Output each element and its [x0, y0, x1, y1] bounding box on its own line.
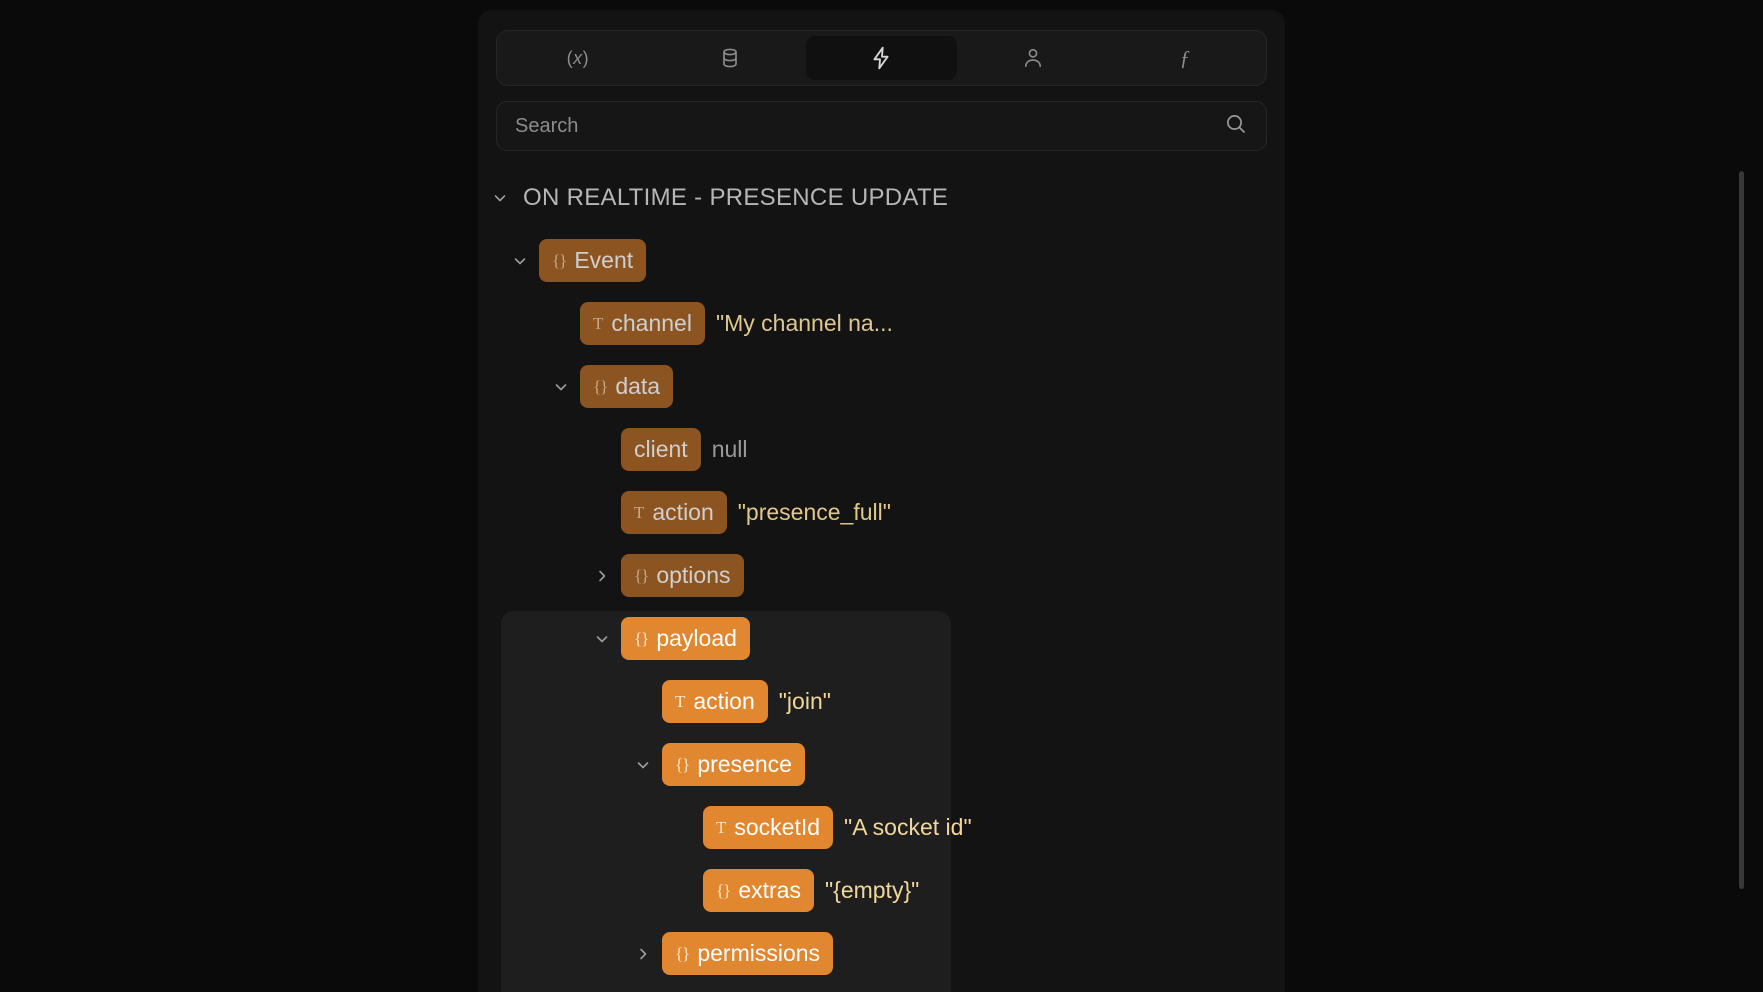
search-field[interactable]	[496, 101, 1267, 151]
tree-row-options[interactable]: {} options	[478, 544, 1285, 607]
object-type-icon: {}	[634, 565, 649, 585]
tree-node-label: client	[634, 436, 688, 462]
chevron-right-icon[interactable]	[634, 945, 652, 963]
tree-node-label: permissions	[697, 940, 821, 966]
object-type-icon: {}	[675, 754, 690, 774]
tree-node-chip[interactable]: {} options	[621, 554, 744, 597]
tab-functions[interactable]: ƒ	[1109, 36, 1261, 80]
search-icon	[1224, 112, 1248, 141]
chevron-down-icon[interactable]	[593, 630, 611, 648]
chevron-down-icon[interactable]	[491, 189, 509, 207]
database-icon	[718, 46, 742, 70]
tree-row-action-2[interactable]: Taction "join"	[478, 670, 1285, 733]
tree-node-label: payload	[656, 625, 737, 651]
string-type-icon: T	[593, 313, 604, 333]
tree-node-chip[interactable]: Taction	[662, 680, 768, 723]
chevron-down-icon[interactable]	[511, 252, 529, 270]
object-type-icon: {}	[716, 880, 731, 900]
tree-node-value: "{empty}"	[824, 877, 920, 903]
parentheses-x-icon: (x)	[566, 47, 590, 68]
tree-node-label: data	[615, 373, 661, 399]
function-icon: ƒ	[1179, 45, 1191, 70]
tree-row-action-1[interactable]: Taction "presence_full"	[478, 481, 1285, 544]
tree-node-chip[interactable]: {} presence	[662, 743, 805, 786]
tree-node-value: "join"	[778, 688, 831, 714]
string-type-icon: T	[675, 691, 686, 711]
tree-node-chip[interactable]: {} payload	[621, 617, 750, 660]
tree-row-payload[interactable]: {} payload	[478, 607, 1285, 670]
tree-node-chip[interactable]: {} data	[580, 365, 674, 408]
json-tree: ON REALTIME - PRESENCE UPDATE {} Event Tcha…	[478, 162, 1285, 992]
tab-database[interactable]	[654, 36, 806, 80]
tree-node-label: Event	[574, 247, 634, 273]
object-type-icon: {}	[552, 250, 567, 270]
tab-events[interactable]	[805, 36, 958, 80]
tree-node-chip[interactable]: {} permissions	[662, 932, 834, 975]
vertical-scrollbar[interactable]	[1739, 171, 1744, 889]
string-type-icon: T	[716, 817, 727, 837]
object-type-icon: {}	[593, 376, 608, 396]
chevron-down-icon[interactable]	[552, 378, 570, 396]
tree-node-chip[interactable]: client	[621, 428, 701, 471]
tree-node-chip[interactable]: Tchannel	[580, 302, 705, 345]
tree-row-channel[interactable]: Tchannel "My channel na...	[478, 292, 1285, 355]
tree-node-value: null	[711, 436, 748, 462]
tree-node-label: channel	[611, 310, 692, 336]
tab-bar: (x) ƒ	[496, 30, 1267, 86]
tree-row-permissions[interactable]: {} permissions	[478, 922, 1285, 985]
tree-node-chip[interactable]: Taction	[621, 491, 727, 534]
tab-variables[interactable]: (x)	[502, 36, 654, 80]
tree-row-client[interactable]: client null	[478, 418, 1285, 481]
tree-root-row[interactable]: ON REALTIME - PRESENCE UPDATE	[478, 166, 1285, 229]
tree-node-value: "presence_full"	[737, 499, 891, 525]
tree-row-socketid[interactable]: TsocketId "A socket id"	[478, 796, 1285, 859]
chevron-right-icon[interactable]	[593, 567, 611, 585]
tree-node-chip[interactable]: TsocketId	[703, 806, 834, 849]
tree-node-label: action	[693, 688, 755, 714]
tree-node-chip[interactable]: {} Event	[539, 239, 647, 282]
tree-node-label: presence	[697, 751, 792, 777]
tree-node-label: options	[656, 562, 731, 588]
tree-row-data[interactable]: {} data	[478, 355, 1285, 418]
tree-row-extras[interactable]: {} extras "{empty}"	[478, 859, 1285, 922]
tab-user[interactable]	[957, 36, 1109, 80]
tree-node-chip[interactable]: {} extras	[703, 869, 814, 912]
tree-row-event[interactable]: {} Event	[478, 229, 1285, 292]
tree-node-value: "My channel na...	[715, 310, 893, 336]
tree-node-label: extras	[738, 877, 801, 903]
tree-scroll-area[interactable]: ON REALTIME - PRESENCE UPDATE {} Event Tcha…	[478, 162, 1285, 992]
tree-root-label: ON REALTIME - PRESENCE UPDATE	[523, 183, 949, 211]
object-type-icon: {}	[634, 628, 649, 648]
object-type-icon: {}	[675, 943, 690, 963]
tree-node-label: action	[652, 499, 714, 525]
app-root: (x) ƒ ON REALTIME - PRESENCE UPDATE {} Even…	[0, 0, 1763, 992]
inspector-panel: (x) ƒ ON REALTIME - PRESENCE UPDATE {} Even…	[478, 10, 1744, 992]
search-input[interactable]	[515, 114, 1224, 138]
tree-row-presence[interactable]: {} presence	[478, 733, 1285, 796]
tree-node-value: "A socket id"	[844, 814, 972, 840]
chevron-down-icon[interactable]	[634, 756, 652, 774]
lightning-bolt-icon	[868, 45, 894, 71]
person-icon	[1021, 46, 1045, 70]
string-type-icon: T	[634, 502, 645, 522]
tree-node-label: socketId	[734, 814, 821, 840]
